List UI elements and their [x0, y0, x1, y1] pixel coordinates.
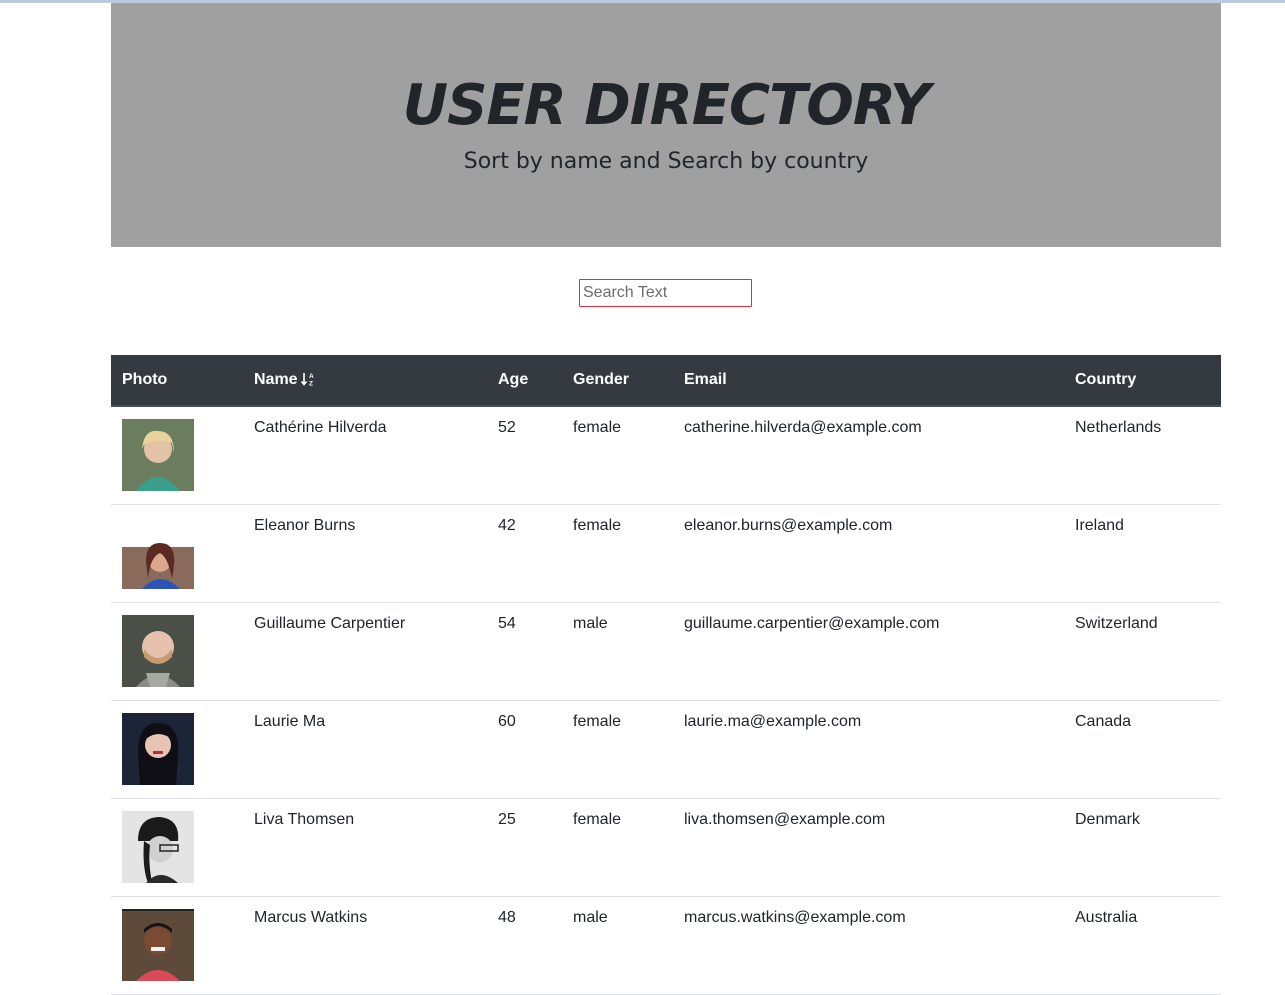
- email-cell: catherine.hilverda@example.com: [673, 406, 1064, 505]
- country-cell: Switzerland: [1064, 602, 1221, 701]
- age-cell: 25: [487, 798, 562, 897]
- column-header-name-label: Name: [254, 371, 298, 388]
- email-cell: eleanor.burns@example.com: [673, 504, 1064, 603]
- country-cell: Canada: [1064, 700, 1221, 799]
- user-table: Photo Name A Z Age Gender Email Country Ca…: [111, 355, 1221, 995]
- gender-cell: female: [562, 798, 673, 897]
- gender-cell: female: [562, 700, 673, 799]
- name-cell: Guillaume Carpentier: [243, 602, 487, 701]
- table-row: Cathérine Hilverda 52 female catherine.h…: [111, 406, 1221, 505]
- svg-text:A: A: [309, 373, 314, 380]
- photo-cell: [111, 602, 243, 701]
- page-header: USER DIRECTORY Sort by name and Search b…: [111, 3, 1221, 247]
- avatar: [122, 713, 194, 785]
- gender-cell: female: [562, 406, 673, 505]
- table-row: Eleanor Burns 42 female eleanor.burns@ex…: [111, 504, 1221, 603]
- email-cell: marcus.watkins@example.com: [673, 896, 1064, 995]
- avatar: [122, 517, 194, 589]
- column-header-email: Email: [673, 355, 1064, 407]
- table-row: Guillaume Carpentier 54 male guillaume.c…: [111, 602, 1221, 701]
- table-row: Marcus Watkins 48 male marcus.watkins@ex…: [111, 896, 1221, 995]
- sort-alpha-down-icon[interactable]: AZ: [300, 372, 317, 388]
- photo-cell: [111, 406, 243, 505]
- avatar: [122, 615, 194, 687]
- svg-text:Z: Z: [309, 381, 313, 387]
- age-cell: 52: [487, 406, 562, 505]
- column-header-gender: Gender: [562, 355, 673, 407]
- page-subtitle: Sort by name and Search by country: [463, 149, 869, 174]
- country-cell: Netherlands: [1064, 406, 1221, 505]
- age-cell: 54: [487, 602, 562, 701]
- email-cell: liva.thomsen@example.com: [673, 798, 1064, 897]
- table-header: Photo Name A Z Age Gender Email Country: [111, 355, 1221, 407]
- table-header-row: Photo Name A Z Age Gender Email Country: [111, 355, 1221, 407]
- search-container: [579, 279, 752, 307]
- photo-cell: [111, 700, 243, 799]
- name-cell: Marcus Watkins: [243, 896, 487, 995]
- country-cell: Ireland: [1064, 504, 1221, 603]
- gender-cell: female: [562, 504, 673, 603]
- photo-cell: [111, 896, 243, 995]
- table-body: Cathérine Hilverda 52 female catherine.h…: [111, 406, 1221, 995]
- column-header-name[interactable]: Name A Z: [243, 355, 487, 407]
- search-input[interactable]: [579, 279, 752, 307]
- photo-cell: [111, 798, 243, 897]
- avatar: [122, 909, 194, 981]
- table-row: Laurie Ma 60 female laurie.ma@example.co…: [111, 700, 1221, 799]
- country-cell: Denmark: [1064, 798, 1221, 897]
- column-header-age: Age: [487, 355, 562, 407]
- email-cell: laurie.ma@example.com: [673, 700, 1064, 799]
- column-header-photo: Photo: [111, 355, 243, 407]
- table-row: Liva Thomsen 25 female liva.thomsen@exam…: [111, 798, 1221, 897]
- name-cell: Laurie Ma: [243, 700, 487, 799]
- country-cell: Australia: [1064, 896, 1221, 995]
- page-title: USER DIRECTORY: [402, 73, 931, 138]
- name-cell: Eleanor Burns: [243, 504, 487, 603]
- photo-cell: [111, 504, 243, 603]
- age-cell: 42: [487, 504, 562, 603]
- gender-cell: male: [562, 896, 673, 995]
- column-header-country: Country: [1064, 355, 1221, 407]
- name-cell: Cathérine Hilverda: [243, 406, 487, 505]
- email-cell: guillaume.carpentier@example.com: [673, 602, 1064, 701]
- avatar: [122, 419, 194, 491]
- age-cell: 48: [487, 896, 562, 995]
- gender-cell: male: [562, 602, 673, 701]
- name-cell: Liva Thomsen: [243, 798, 487, 897]
- age-cell: 60: [487, 700, 562, 799]
- avatar: [122, 811, 194, 883]
